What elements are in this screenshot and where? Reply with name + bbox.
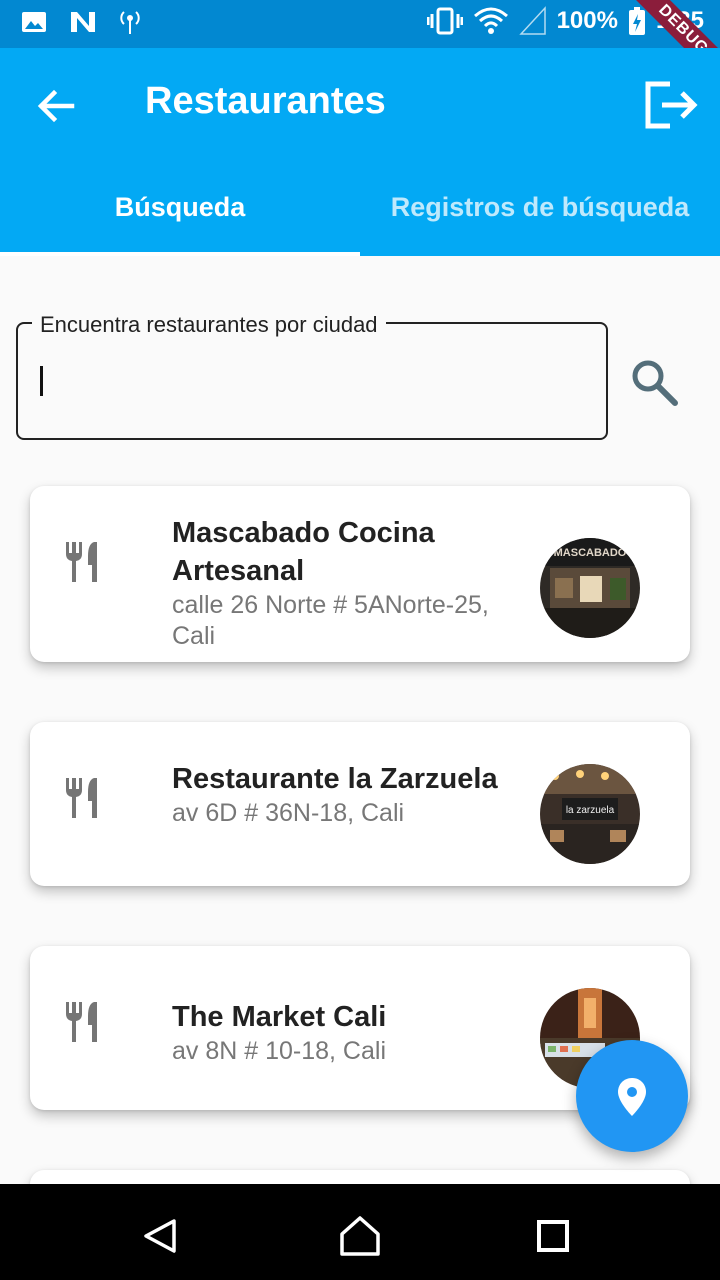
recents-square-icon[interactable]	[536, 1219, 570, 1253]
restaurant-card[interactable]: Mascabado Cocina Artesanal calle 26 Nort…	[30, 486, 690, 662]
restaurant-name: The Market Cali	[172, 1001, 387, 1033]
restaurant-address: av 8N # 10-18, Cali	[172, 1037, 387, 1065]
signal-icon	[518, 6, 546, 35]
restaurant-icon	[66, 1002, 97, 1042]
n-notification-icon	[71, 12, 95, 32]
app-bar: Restaurantes Búsqueda Registros de búsqu…	[0, 48, 720, 256]
battery-charging-icon	[628, 7, 645, 35]
wifi-icon	[473, 7, 508, 34]
tab-indicator	[0, 252, 360, 256]
back-arrow-icon[interactable]	[34, 84, 78, 128]
back-triangle-icon[interactable]	[142, 1218, 178, 1254]
hotspot-icon	[120, 11, 140, 34]
restaurant-name: Mascabado Cocina Artesanal	[172, 517, 435, 587]
restaurant-photo: MASCABADO	[540, 538, 640, 638]
system-nav-bar	[0, 1184, 720, 1280]
photo-sign-text: MASCABADO	[554, 547, 627, 559]
status-bar: 100% 1:35 DEBUG	[0, 0, 720, 92]
tab-label: Búsqueda	[114, 192, 246, 222]
restaurant-address: calle 26 Norte # 5ANorte-25, Cali	[172, 591, 489, 650]
restaurant-photo: la zarzuela	[540, 764, 640, 864]
search-icon[interactable]	[628, 356, 680, 408]
text-caret	[40, 366, 43, 396]
location-pin-icon	[618, 1078, 646, 1116]
restaurant-icon	[66, 542, 97, 582]
tab-label: Registros de búsqueda	[390, 192, 690, 222]
tab-bar: Búsqueda Registros de búsqueda	[0, 168, 720, 256]
home-icon[interactable]	[338, 1214, 382, 1258]
restaurant-icon	[66, 778, 97, 818]
search-field-label: Encuentra restaurantes por ciudad	[32, 312, 386, 338]
photo-sign-text: la zarzuela	[566, 805, 615, 816]
restaurant-address: av 6D # 36N-18, Cali	[172, 799, 405, 827]
battery-percent: 100%	[556, 7, 618, 34]
vibrate-icon	[426, 7, 463, 35]
image-notification-icon	[22, 12, 46, 32]
page-title: Restaurantes	[145, 80, 386, 122]
city-search-input[interactable]	[16, 322, 608, 440]
location-fab[interactable]	[576, 1040, 688, 1152]
logout-icon[interactable]	[644, 80, 698, 130]
restaurant-name: Restaurante la Zarzuela	[172, 763, 498, 795]
restaurant-card[interactable]: Restaurante la Zarzuela av 6D # 36N-18, …	[30, 722, 690, 886]
tab-busqueda[interactable]: Búsqueda	[0, 168, 360, 256]
tab-registros[interactable]: Registros de búsqueda	[360, 168, 720, 256]
